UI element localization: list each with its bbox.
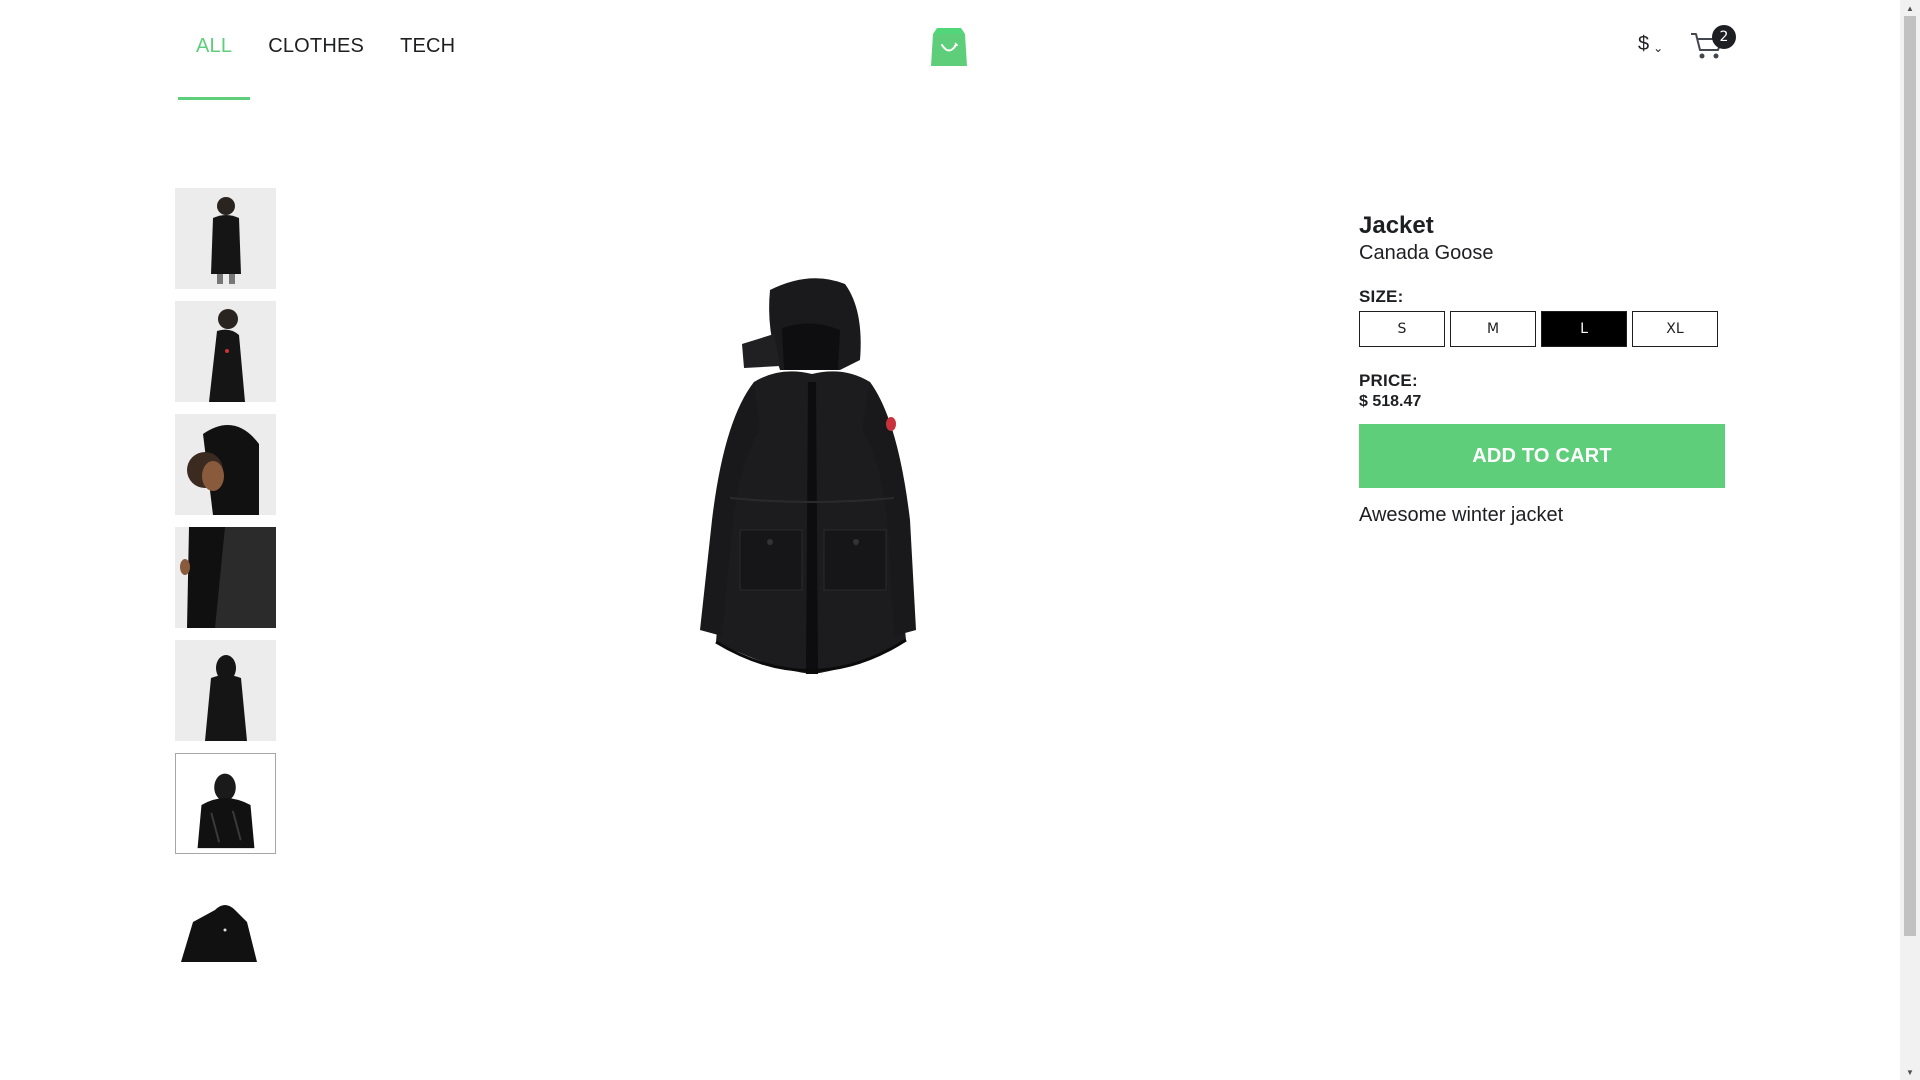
product-brand: Canada Goose xyxy=(1359,242,1494,264)
nav-item-clothes[interactable]: CLOTHES xyxy=(250,0,382,100)
thumbnail-4[interactable] xyxy=(175,527,276,628)
scrollbar-thumb[interactable] xyxy=(1904,16,1916,936)
size-label: SIZE: xyxy=(1359,287,1404,306)
nav-item-tech[interactable]: TECH xyxy=(382,0,473,100)
thumbnail-3[interactable] xyxy=(175,414,276,515)
nav-label: CLOTHES xyxy=(268,35,365,57)
product-description: Awesome winter jacket xyxy=(1359,504,1564,526)
size-options: S M L XL xyxy=(1359,311,1725,347)
category-nav: ALL CLOTHES TECH xyxy=(178,0,473,100)
thumbnail-6[interactable] xyxy=(175,753,276,854)
header: ALL CLOTHES TECH $ ⌄ 2 xyxy=(0,0,1900,100)
product-main-image xyxy=(700,278,916,674)
size-option-s[interactable]: S xyxy=(1359,311,1445,347)
thumbnail-gallery xyxy=(175,188,276,979)
jacket-detail-image xyxy=(175,527,276,628)
currency-switcher[interactable]: $ ⌄ xyxy=(1638,33,1663,56)
jacket-model-image xyxy=(175,301,276,402)
cart-count-badge: 2 xyxy=(1712,25,1736,49)
jacket-model-image xyxy=(175,414,276,515)
thumbnail-2[interactable] xyxy=(175,301,276,402)
jacket-hood-image xyxy=(176,754,275,853)
jacket-model-image xyxy=(175,188,276,289)
page-scrollbar[interactable]: ▲ ▼ xyxy=(1900,0,1920,1080)
size-option-l[interactable]: L xyxy=(1541,311,1627,347)
thumbnail-5[interactable] xyxy=(175,640,276,741)
size-option-xl[interactable]: XL xyxy=(1632,311,1718,347)
product-info: Jacket Canada Goose SIZE: S M L XL PRICE… xyxy=(1359,212,1725,527)
jacket-back-image xyxy=(175,640,276,741)
product-name: Jacket xyxy=(1359,212,1434,239)
nav-label: TECH xyxy=(400,35,456,57)
scroll-up-arrow-icon[interactable]: ▲ xyxy=(1900,0,1920,16)
nav-item-all[interactable]: ALL xyxy=(178,0,251,100)
thumbnail-1[interactable] xyxy=(175,188,276,289)
add-to-cart-button[interactable]: ADD TO CART xyxy=(1359,424,1725,488)
currency-symbol: $ xyxy=(1638,33,1650,55)
price-label: PRICE: xyxy=(1359,371,1418,390)
jacket-flat-image xyxy=(175,866,276,967)
chevron-down-icon: ⌄ xyxy=(1653,40,1664,55)
product-price: $ 518.47 xyxy=(1359,393,1422,410)
nav-label: ALL xyxy=(196,35,233,57)
shopping-bag-icon[interactable] xyxy=(929,28,969,66)
size-option-m[interactable]: M xyxy=(1450,311,1536,347)
scroll-down-arrow-icon[interactable]: ▼ xyxy=(1900,1064,1920,1080)
thumbnail-7[interactable] xyxy=(175,866,276,967)
